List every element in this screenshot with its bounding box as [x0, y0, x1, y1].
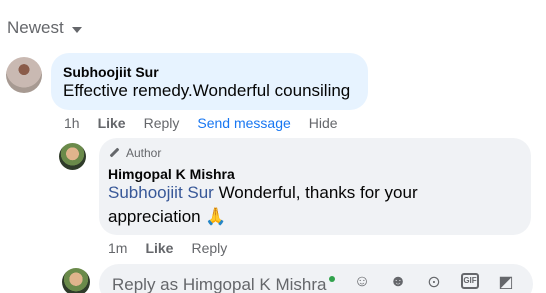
- avatar[interactable]: [59, 143, 86, 170]
- online-status-dot: [329, 276, 335, 282]
- comment-text: Effective remedy.Wonderful counsiling: [63, 81, 351, 100]
- reply-text: Subhoojiit Sur Wonderful, thanks for you…: [108, 181, 508, 229]
- reply-input[interactable]: Reply as Himgopal K Mishra ☺ ☻ ⊙ GIF ◩: [99, 264, 533, 293]
- pencil-icon: [108, 147, 120, 159]
- gif-icon[interactable]: GIF: [461, 273, 479, 289]
- comment-time[interactable]: 1h: [64, 115, 80, 131]
- avatar-sticker-icon[interactable]: ☺: [353, 273, 371, 291]
- reply-author[interactable]: Himgopal K Mishra: [108, 166, 235, 182]
- reply-toolbar: ☺ ☻ ⊙ GIF ◩: [353, 273, 515, 291]
- camera-icon[interactable]: ⊙: [425, 273, 443, 291]
- like-button[interactable]: Like: [145, 240, 173, 256]
- avatar[interactable]: [6, 57, 42, 93]
- author-badge-label: Author: [126, 146, 162, 160]
- reply-bubble: Author Himgopal K Mishra Subhoojiit Sur …: [99, 138, 531, 235]
- send-message-button[interactable]: Send message: [197, 115, 290, 131]
- comment-author[interactable]: Subhoojiit Sur: [63, 64, 159, 80]
- reply-placeholder: Reply as Himgopal K Mishra: [112, 275, 327, 293]
- avatar: [62, 268, 90, 293]
- sort-label: Newest: [7, 18, 64, 37]
- comment-actions: 1h Like Reply Send message Hide: [64, 115, 338, 131]
- reply-actions: 1m Like Reply: [108, 240, 227, 256]
- sticker-icon[interactable]: ◩: [497, 273, 515, 291]
- emoji-icon[interactable]: ☻: [389, 273, 407, 291]
- mention-link[interactable]: Subhoojiit Sur: [108, 183, 214, 202]
- reply-button[interactable]: Reply: [191, 240, 227, 256]
- comment-bubble: Subhoojiit Sur Effective remedy.Wonderfu…: [51, 53, 368, 110]
- like-button[interactable]: Like: [98, 115, 126, 131]
- hide-button[interactable]: Hide: [309, 115, 338, 131]
- chevron-down-icon: [71, 26, 82, 33]
- sort-dropdown[interactable]: Newest: [7, 18, 82, 38]
- reply-time[interactable]: 1m: [108, 240, 127, 256]
- author-badge: Author: [108, 146, 161, 160]
- reply-button[interactable]: Reply: [144, 115, 180, 131]
